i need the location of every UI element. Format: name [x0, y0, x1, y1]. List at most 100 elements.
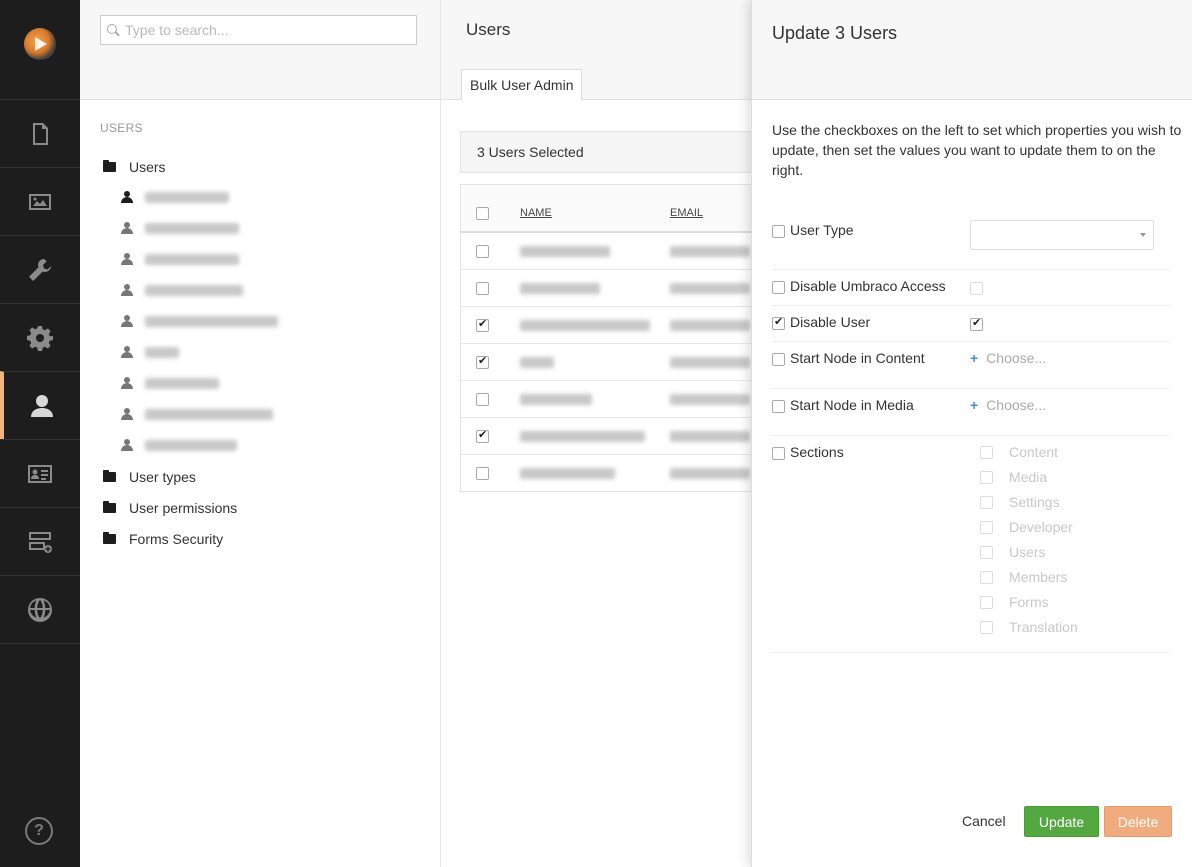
section-checkbox[interactable]	[980, 620, 993, 634]
disable-access-value-checkbox[interactable]	[970, 282, 983, 295]
property-label: Disable User	[790, 314, 871, 330]
redacted-name	[520, 394, 592, 405]
tree-user-item[interactable]	[121, 191, 229, 203]
section-members[interactable]	[0, 439, 80, 507]
property-start-node-content: Start Node in Content + Choose...	[772, 350, 1170, 389]
table-row[interactable]	[461, 455, 781, 492]
disable-access-toggle-checkbox[interactable]	[772, 281, 785, 294]
redacted-name	[520, 468, 615, 479]
section-users[interactable]	[0, 371, 80, 439]
redacted-user-name	[145, 222, 239, 234]
row-checkbox[interactable]	[476, 317, 489, 332]
row-checkbox[interactable]	[476, 467, 489, 480]
tree-user-item[interactable]	[121, 408, 273, 420]
table-row[interactable]	[461, 307, 781, 344]
section-checkbox[interactable]	[980, 595, 993, 609]
property-label: User Type	[790, 222, 854, 238]
search-input[interactable]	[125, 20, 410, 40]
table-header-row: NAME EMAIL	[461, 185, 781, 233]
help-icon[interactable]: ?	[25, 817, 53, 845]
umbraco-logo[interactable]	[24, 28, 56, 60]
row-checkbox[interactable]	[476, 282, 489, 295]
row-checkbox[interactable]	[476, 393, 489, 406]
section-forms[interactable]	[0, 507, 80, 575]
tree-user-item[interactable]	[121, 222, 239, 234]
user-icon	[121, 253, 133, 265]
tree-user-item[interactable]	[121, 284, 243, 296]
table-row[interactable]	[461, 418, 781, 455]
cancel-button[interactable]: Cancel	[962, 813, 1006, 829]
tree-node-forms-security[interactable]: Forms Security	[103, 531, 223, 547]
update-button[interactable]: Update	[1024, 806, 1099, 837]
disable-user-value-checkbox[interactable]	[970, 316, 983, 331]
section-option-label: Translation	[1009, 619, 1078, 635]
search-icon	[107, 24, 117, 34]
section-content[interactable]	[0, 99, 80, 167]
section-option-settings[interactable]: Settings	[980, 494, 1060, 510]
section-translation[interactable]	[0, 575, 80, 643]
property-label: Disable Umbraco Access	[790, 278, 946, 294]
disable-user-toggle-checkbox[interactable]	[772, 315, 785, 330]
section-option-members[interactable]: Members	[980, 569, 1067, 585]
user-icon	[121, 222, 133, 234]
tree-user-item[interactable]	[121, 439, 237, 451]
sections-toggle-checkbox[interactable]	[772, 447, 785, 460]
section-option-content[interactable]: Content	[980, 444, 1058, 460]
section-option-label: Forms	[1009, 594, 1049, 610]
section-checkbox[interactable]	[980, 495, 993, 509]
redacted-name	[520, 246, 610, 257]
row-checkbox[interactable]	[476, 428, 489, 443]
user-icon	[121, 284, 133, 296]
image-icon	[29, 193, 51, 210]
table-row[interactable]	[461, 381, 781, 418]
redacted-user-name	[145, 377, 219, 389]
section-option-translation[interactable]: Translation	[980, 619, 1078, 635]
tree-node-user-types[interactable]: User types	[103, 469, 196, 485]
column-name-header[interactable]: NAME	[520, 207, 552, 219]
section-option-label: Developer	[1009, 519, 1073, 535]
section-checkbox[interactable]	[980, 445, 993, 459]
tree-node-users[interactable]: Users	[103, 159, 166, 175]
start-media-toggle-checkbox[interactable]	[772, 400, 785, 413]
select-all-checkbox[interactable]	[476, 207, 489, 220]
user-icon	[31, 394, 53, 417]
tree-user-item[interactable]	[121, 315, 278, 327]
tree-node-user-permissions[interactable]: User permissions	[103, 500, 237, 516]
choose-start-media-link[interactable]: + Choose...	[970, 397, 1046, 413]
tree-user-item[interactable]	[121, 377, 219, 389]
section-option-forms[interactable]: Forms	[980, 594, 1049, 610]
section-option-developer[interactable]: Developer	[980, 519, 1073, 535]
table-row[interactable]	[461, 344, 781, 381]
table-row[interactable]	[461, 233, 781, 270]
row-checkbox[interactable]	[476, 354, 489, 369]
folder-icon	[103, 470, 116, 482]
tree-user-item[interactable]	[121, 346, 179, 358]
section-checkbox[interactable]	[980, 470, 993, 484]
redacted-email	[670, 320, 750, 331]
forms-icon	[29, 531, 52, 553]
tab-bulk-user-admin[interactable]: Bulk User Admin	[461, 69, 583, 101]
start-content-toggle-checkbox[interactable]	[772, 353, 785, 366]
row-checkbox[interactable]	[476, 245, 489, 258]
tree-user-item[interactable]	[121, 253, 239, 265]
section-checkbox[interactable]	[980, 570, 993, 584]
user-icon	[121, 346, 133, 358]
search-box[interactable]	[100, 15, 417, 45]
section-developer[interactable]	[0, 303, 80, 371]
choose-start-content-link[interactable]: + Choose...	[970, 350, 1046, 366]
tree-header	[80, 0, 440, 100]
column-email-header[interactable]: EMAIL	[670, 207, 703, 219]
tree-panel: USERS Users User types User permissions …	[80, 0, 441, 867]
section-media[interactable]	[0, 167, 80, 235]
section-option-media[interactable]: Media	[980, 469, 1047, 485]
table-row[interactable]	[461, 270, 781, 307]
user-type-select[interactable]	[970, 220, 1154, 250]
section-settings[interactable]	[0, 235, 80, 303]
section-option-users[interactable]: Users	[980, 544, 1046, 560]
section-checkbox[interactable]	[980, 520, 993, 534]
section-checkbox[interactable]	[980, 545, 993, 559]
user-type-toggle-checkbox[interactable]	[772, 225, 785, 238]
folder-icon	[103, 160, 116, 172]
user-icon	[121, 315, 133, 327]
delete-button[interactable]: Delete	[1104, 806, 1172, 837]
